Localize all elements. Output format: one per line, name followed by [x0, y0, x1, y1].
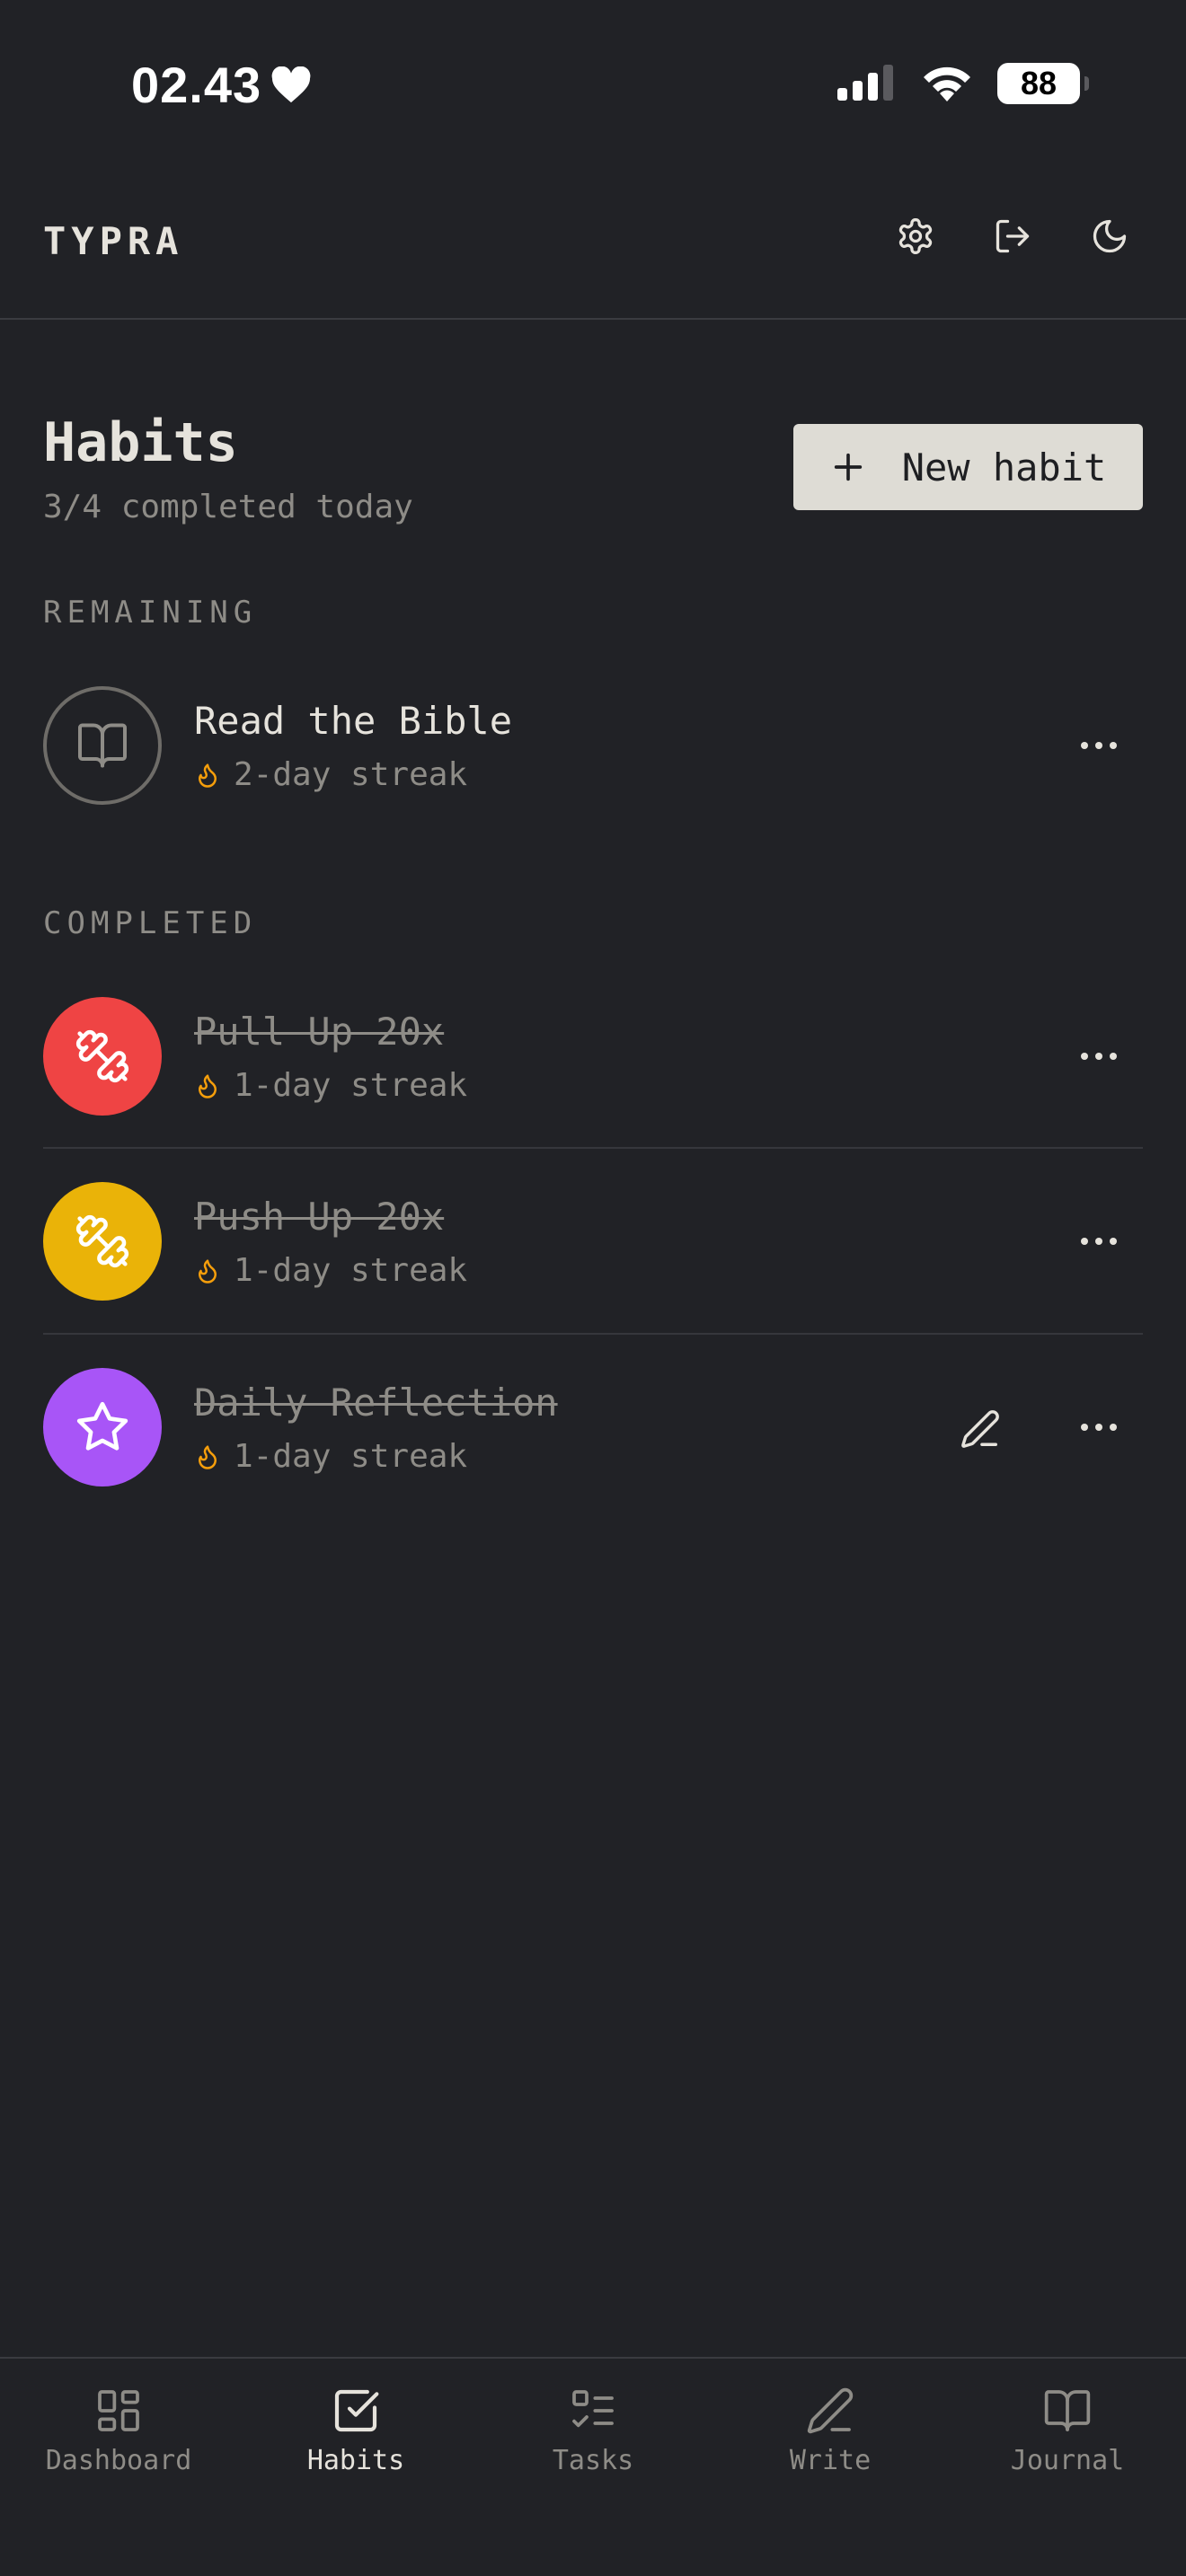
- app-title: TYPRA: [43, 219, 184, 263]
- habit-name[interactable]: Read the Bible: [194, 699, 512, 743]
- row-divider: [43, 1147, 1143, 1149]
- more-horizontal-icon: [1081, 742, 1117, 749]
- habit-streak: 2-day streak: [194, 756, 467, 793]
- nav-item-write[interactable]: Write: [712, 2359, 949, 2576]
- nav-label: Write: [789, 2445, 872, 2476]
- header-actions: [895, 216, 1130, 257]
- battery-level: 88: [1020, 65, 1058, 101]
- habit-check-daily-reflection[interactable]: [43, 1368, 162, 1486]
- checkbox-icon: [334, 2389, 379, 2432]
- header-divider: [0, 318, 1186, 320]
- logout-icon: [996, 219, 1030, 253]
- gear-icon: [898, 218, 933, 254]
- pen-icon: [807, 2387, 854, 2434]
- nav-item-dashboard[interactable]: Dashboard: [0, 2359, 237, 2576]
- dashboard-icon: [98, 2390, 139, 2431]
- status-indicators: 88: [837, 63, 1089, 104]
- more-button[interactable]: [1076, 1409, 1121, 1445]
- section-label-remaining: REMAINING: [43, 595, 258, 631]
- moon-icon: [1093, 219, 1127, 253]
- streak-text: 1-day streak: [234, 1252, 468, 1289]
- habit-streak: 1-day streak: [194, 1252, 467, 1289]
- nav-label: Tasks: [552, 2445, 634, 2476]
- flame-icon: [199, 1445, 217, 1469]
- habit-streak: 1-day streak: [194, 1067, 467, 1104]
- streak-text: 1-day streak: [234, 1067, 468, 1104]
- habit-check-pull-up[interactable]: [43, 997, 162, 1116]
- nav-item-tasks[interactable]: Tasks: [474, 2359, 712, 2576]
- theme-toggle-button[interactable]: [1089, 216, 1130, 257]
- status-time: 02.43: [131, 56, 312, 114]
- pen-icon: [961, 1410, 999, 1448]
- streak-text: 2-day streak: [234, 756, 468, 793]
- flame-icon: [199, 763, 217, 788]
- new-habit-label: New habit: [901, 445, 1107, 490]
- heart-icon: [271, 66, 311, 102]
- more-horizontal-icon: [1081, 1424, 1117, 1431]
- completion-summary: 3/4 completed today: [43, 489, 413, 525]
- flame-icon: [199, 1259, 217, 1284]
- section-label-completed: COMPLETED: [43, 905, 258, 941]
- settings-button[interactable]: [895, 216, 936, 257]
- flame-icon: [199, 1074, 217, 1098]
- streak-text: 1-day streak: [234, 1438, 468, 1475]
- dumbbell-icon: [75, 1029, 129, 1083]
- nav-item-habits[interactable]: Habits: [237, 2359, 474, 2576]
- tasks-icon: [572, 2390, 614, 2428]
- row-divider: [43, 1333, 1143, 1335]
- battery-indicator: 88: [997, 63, 1089, 104]
- wifi-icon: [924, 66, 970, 101]
- habit-name[interactable]: Pull Up 20x: [194, 1010, 444, 1054]
- more-horizontal-icon: [1081, 1238, 1117, 1245]
- new-habit-button[interactable]: New habit: [793, 424, 1143, 510]
- habit-streak: 1-day streak: [194, 1438, 467, 1475]
- habit-check-push-up[interactable]: [43, 1182, 162, 1301]
- nav-label: Journal: [1010, 2445, 1125, 2476]
- star-icon: [76, 1401, 128, 1451]
- book-icon: [78, 723, 127, 768]
- book-icon: [1044, 2390, 1091, 2431]
- signal-icon: [837, 65, 893, 101]
- more-button[interactable]: [1076, 1223, 1121, 1259]
- habit-name[interactable]: Push Up 20x: [194, 1195, 444, 1239]
- habit-check-read-the-bible[interactable]: [43, 686, 162, 805]
- logout-button[interactable]: [992, 216, 1033, 257]
- status-time-text: 02.43: [131, 57, 262, 113]
- page-title: Habits: [43, 411, 238, 474]
- edit-button[interactable]: [958, 1407, 1003, 1451]
- more-button[interactable]: [1076, 728, 1121, 763]
- nav-item-journal[interactable]: Journal: [949, 2359, 1186, 2576]
- plus-icon: [834, 453, 862, 481]
- habit-name[interactable]: Daily Reflection: [194, 1381, 558, 1425]
- nav-label: Habits: [306, 2445, 405, 2476]
- bottom-nav: Dashboard Habits Tasks Write Journal: [0, 2359, 1186, 2576]
- dumbbell-icon: [75, 1214, 129, 1268]
- nav-label: Dashboard: [45, 2445, 192, 2476]
- more-horizontal-icon: [1081, 1053, 1117, 1060]
- more-button[interactable]: [1076, 1038, 1121, 1074]
